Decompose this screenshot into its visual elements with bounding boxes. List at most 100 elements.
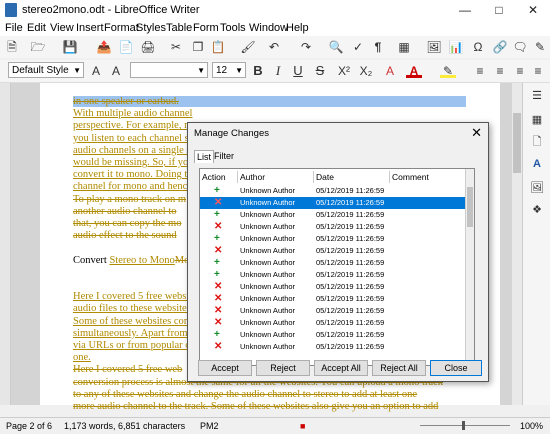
menu-help[interactable]: Help — [286, 22, 309, 34]
document-line[interactable]: Convert Stereo to MonoMo — [73, 255, 189, 266]
change-row[interactable]: ✕ Unknown Author 05/12/2019 11:26:59 — [200, 317, 468, 329]
print-icon[interactable]: 🖨 — [140, 39, 156, 55]
document-line[interactable]: simultaneously. Apart from — [73, 328, 188, 339]
menu-form[interactable]: Form — [193, 22, 219, 34]
styles-icon[interactable]: A — [530, 157, 544, 171]
pdf-icon[interactable]: 📄 — [118, 39, 134, 55]
copy-icon[interactable]: ❐ — [190, 39, 206, 55]
change-row[interactable]: ✕ Unknown Author 05/12/2019 11:26:59 — [200, 197, 468, 209]
bold-icon[interactable]: B — [250, 63, 266, 79]
track-changes-icon[interactable]: ✎ — [532, 39, 548, 55]
page-icon[interactable]: 🗋 — [530, 135, 544, 149]
close-button[interactable]: Close — [430, 360, 482, 376]
change-row[interactable]: ✕ Unknown Author 05/12/2019 11:26:59 — [200, 281, 468, 293]
clear-formatting-icon[interactable]: A — [382, 63, 398, 79]
find-replace-icon[interactable]: 🔍 — [328, 39, 344, 55]
tab-list[interactable]: List — [194, 150, 215, 163]
list-scrollbar[interactable] — [465, 169, 474, 365]
save-icon[interactable]: 💾 — [62, 39, 78, 55]
document-line[interactable]: in one speaker or earbud. — [73, 96, 466, 107]
font-color-icon[interactable]: A — [406, 63, 422, 78]
document-line[interactable]: To play a mono track on m — [73, 194, 186, 205]
align-center-icon[interactable]: ≡ — [492, 63, 508, 79]
sidebar-menu-icon[interactable]: ☰ — [530, 89, 544, 103]
close-icon[interactable]: ✕ — [471, 125, 482, 141]
zoom-slider[interactable] — [420, 425, 510, 426]
insert-table-icon[interactable]: ▦ — [396, 39, 412, 55]
page-count[interactable]: Page 2 of 6 — [6, 421, 52, 431]
justify-icon[interactable]: ≡ — [530, 63, 546, 79]
align-right-icon[interactable]: ≡ — [512, 63, 528, 79]
subscript-icon[interactable]: X₂ — [358, 63, 374, 79]
reject-all-button[interactable]: Reject All — [372, 360, 426, 376]
menu-tools[interactable]: Tools — [220, 22, 246, 34]
zoom-slider-handle[interactable] — [462, 421, 465, 430]
page-style[interactable]: PM2 — [200, 421, 219, 431]
menu-table[interactable]: Table — [166, 22, 192, 34]
change-row[interactable]: + Unknown Author 05/12/2019 11:26:59 — [200, 269, 468, 281]
clone-formatting-icon[interactable]: 🖌 — [240, 39, 256, 55]
document-line[interactable]: audio effect to the sound — [73, 230, 177, 241]
cut-icon[interactable]: ✂ — [168, 39, 184, 55]
document-line[interactable]: perspective. For example, m — [73, 120, 192, 131]
document-line[interactable]: would be missing. So, if you — [73, 157, 193, 168]
strikethrough-icon[interactable]: S — [312, 63, 328, 79]
formatting-marks-icon[interactable]: ¶ — [370, 39, 386, 55]
font-size-combo[interactable]: 12 ▼ — [212, 62, 246, 78]
change-row[interactable]: ✕ Unknown Author 05/12/2019 11:26:59 — [200, 221, 468, 233]
document-line[interactable]: one. — [73, 352, 91, 363]
vertical-scrollbar[interactable] — [512, 83, 522, 405]
superscript-icon[interactable]: X² — [336, 63, 352, 79]
new-document-icon[interactable]: 🗎 — [4, 39, 20, 55]
hyperlink-icon[interactable]: 🔗 — [492, 39, 508, 55]
highlighting-icon[interactable]: ✎ — [440, 63, 456, 78]
menu-file[interactable]: File — [5, 22, 23, 34]
menu-view[interactable]: View — [50, 22, 74, 34]
zoom-level[interactable]: 100% — [520, 421, 543, 431]
document-line[interactable]: another audio channel to — [73, 206, 177, 217]
document-line[interactable]: Here I covered 5 free websit — [73, 291, 192, 302]
document-line[interactable]: to any of these websites and change the … — [73, 389, 417, 400]
redo-icon[interactable]: ↷ — [298, 39, 314, 55]
change-row[interactable]: ✕ Unknown Author 05/12/2019 11:26:59 — [200, 245, 468, 257]
properties-icon[interactable]: ▦ — [530, 113, 544, 127]
change-row[interactable]: + Unknown Author 05/12/2019 11:26:59 — [200, 185, 468, 197]
menu-edit[interactable]: Edit — [27, 22, 46, 34]
change-row[interactable]: ✕ Unknown Author 05/12/2019 11:26:59 — [200, 341, 468, 353]
insert-chart-icon[interactable]: 📊 — [448, 39, 464, 55]
update-style-icon[interactable]: A — [88, 63, 104, 79]
change-row[interactable]: + Unknown Author 05/12/2019 11:26:59 — [200, 257, 468, 269]
document-line[interactable]: Here I covered 5 free web — [73, 364, 182, 375]
menu-insert[interactable]: Insert — [76, 22, 104, 34]
tab-filter[interactable]: Filter — [212, 150, 236, 162]
reject-button[interactable]: Reject — [256, 360, 310, 376]
column-header-date[interactable]: Date — [314, 171, 390, 183]
change-row[interactable]: + Unknown Author 05/12/2019 11:26:59 — [200, 329, 468, 341]
menu-styles[interactable]: Styles — [136, 22, 166, 34]
document-line[interactable]: audio files to these websites — [73, 303, 191, 314]
change-row[interactable]: ✕ Unknown Author 05/12/2019 11:26:59 — [200, 305, 468, 317]
document-line[interactable]: convert it to mono. Doing th — [73, 169, 193, 180]
document-line[interactable]: channel for mono and hence — [73, 181, 192, 192]
new-style-icon[interactable]: A — [108, 63, 124, 79]
document-line[interactable]: Some of these websites conv — [73, 316, 194, 327]
change-row[interactable]: ✕ Unknown Author 05/12/2019 11:26:59 — [200, 293, 468, 305]
document-line[interactable]: more audio channel to the track. Some of… — [73, 401, 438, 412]
open-folder-icon[interactable]: 🗁 — [30, 39, 46, 55]
gallery-icon[interactable]: 🖼 — [530, 181, 544, 195]
special-character-icon[interactable]: Ω — [470, 39, 486, 55]
paste-icon[interactable]: 📋 — [210, 39, 226, 55]
accept-button[interactable]: Accept — [198, 360, 252, 376]
column-header-comment[interactable]: Comment — [390, 171, 466, 183]
document-line[interactable]: With multiple audio channel — [73, 108, 192, 119]
close-window-icon[interactable]: ✕ — [516, 0, 550, 20]
document-line[interactable]: via URLs or from popular cl — [73, 340, 193, 351]
document-line[interactable]: that, you can copy the mo — [73, 218, 181, 229]
scrollbar-thumb[interactable] — [513, 113, 521, 173]
change-row[interactable]: + Unknown Author 05/12/2019 11:26:59 — [200, 233, 468, 245]
font-name-combo[interactable]: ▼ — [130, 62, 208, 78]
menu-format[interactable]: Format — [104, 22, 139, 34]
menu-window[interactable]: Window — [249, 22, 288, 34]
list-scrollbar-thumb[interactable] — [467, 187, 473, 227]
column-header-author[interactable]: Author — [238, 171, 314, 183]
